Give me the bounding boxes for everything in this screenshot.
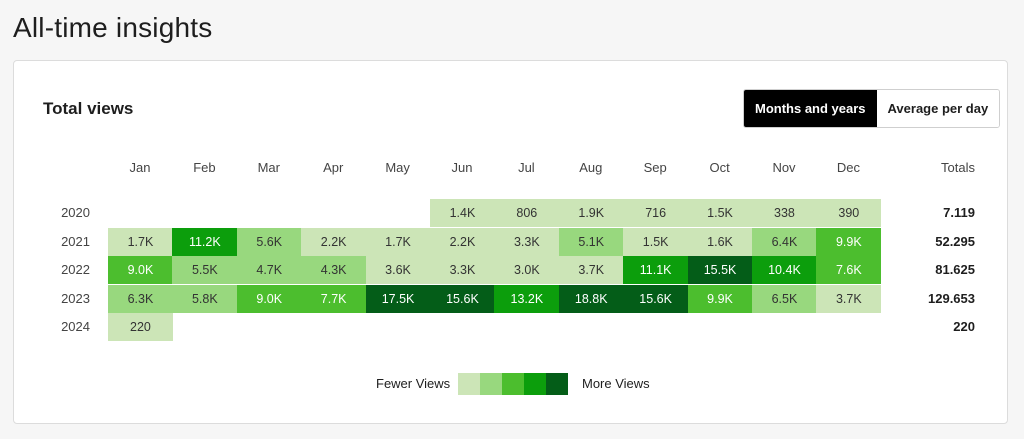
- legend-more-label: More Views: [582, 376, 650, 391]
- row-total: 81.625: [935, 262, 975, 277]
- legend-swatch: [480, 373, 502, 395]
- row-total: 52.295: [935, 233, 975, 249]
- heatmap-cell[interactable]: 806: [494, 199, 560, 227]
- heatmap-cell[interactable]: 1.6K: [687, 227, 753, 256]
- year-label: 2022: [61, 262, 90, 277]
- heatmap-cell[interactable]: 15.5K: [687, 256, 753, 284]
- year-label: 2023: [61, 290, 90, 306]
- month-header-oct: Oct: [709, 160, 730, 175]
- heatmap-cell[interactable]: 2.2K: [430, 227, 495, 256]
- legend-fewer-label: Fewer Views: [376, 376, 451, 391]
- heatmap-cell[interactable]: 1.5K: [687, 199, 753, 227]
- heatmap-cell[interactable]: 4.3K: [301, 256, 367, 284]
- month-header-sep: Sep: [643, 160, 667, 175]
- heatmap-cell[interactable]: 6.3K: [108, 284, 173, 313]
- heatmap-cell[interactable]: 6.5K: [752, 284, 817, 313]
- heatmap-cell[interactable]: 9.0K: [108, 256, 173, 284]
- heatmap-cell[interactable]: 716: [623, 199, 689, 227]
- heatmap-cell[interactable]: 3.3K: [430, 256, 495, 284]
- row-total: 129.653: [928, 290, 975, 306]
- legend-swatch: [458, 373, 480, 395]
- row-total: 7.119: [943, 205, 975, 220]
- heatmap-cell[interactable]: 1.7K: [365, 227, 431, 256]
- heatmap-cell[interactable]: 3.6K: [365, 256, 431, 284]
- heatmap-cell[interactable]: 9.9K: [816, 227, 882, 256]
- heatmap-cell[interactable]: 3.0K: [494, 256, 560, 284]
- heatmap-cell[interactable]: 15.6K: [623, 284, 689, 313]
- month-header-feb: Feb: [193, 160, 216, 175]
- month-header-jul: Jul: [518, 160, 535, 175]
- heatmap-cell[interactable]: 338: [752, 199, 817, 227]
- year-label: 2024: [61, 319, 90, 334]
- year-label: 2020: [61, 205, 90, 220]
- legend-swatch: [524, 373, 546, 395]
- month-header-jun: Jun: [451, 160, 473, 175]
- row-total: 220: [953, 319, 975, 334]
- heatmap-cell[interactable]: 11.2K: [172, 227, 238, 256]
- heatmap-cell[interactable]: 1.4K: [430, 199, 495, 227]
- heatmap-cell[interactable]: 5.8K: [172, 284, 238, 313]
- heatmap-cell[interactable]: 9.0K: [236, 284, 302, 313]
- heatmap-cell[interactable]: 2.2K: [301, 227, 367, 256]
- heatmap-cell[interactable]: 10.4K: [752, 256, 817, 284]
- heatmap-cell[interactable]: 1.7K: [108, 227, 173, 256]
- view-toggle: Months and years Average per day: [743, 89, 1001, 128]
- heatmap-cell[interactable]: 11.1K: [623, 256, 689, 284]
- heatmap-cell[interactable]: 5.6K: [236, 227, 302, 256]
- totals-header: Totals: [941, 160, 975, 175]
- legend-swatch: [546, 373, 568, 395]
- heatmap-cell[interactable]: 18.8K: [558, 284, 624, 313]
- month-header-apr: Apr: [323, 160, 344, 175]
- page-title: All-time insights: [13, 12, 213, 43]
- heatmap-cell[interactable]: 3.3K: [494, 227, 560, 256]
- average-per-day-button[interactable]: Average per day: [876, 90, 1000, 127]
- heatmap-cell[interactable]: 5.5K: [172, 256, 238, 284]
- month-header-jan: Jan: [129, 160, 151, 175]
- month-header-mar: Mar: [257, 160, 280, 175]
- heatmap-cell[interactable]: 390: [816, 199, 882, 227]
- card-title: Total views: [43, 99, 134, 118]
- heatmap-cell[interactable]: 9.9K: [687, 284, 753, 313]
- legend-swatch: [502, 373, 524, 395]
- heatmap-cell[interactable]: 13.2K: [494, 284, 560, 313]
- heatmap-cell[interactable]: 7.6K: [816, 256, 882, 284]
- year-label: 2021: [61, 233, 90, 249]
- heatmap-cell[interactable]: 220: [108, 313, 173, 341]
- month-header-aug: Aug: [579, 160, 603, 175]
- heatmap-cell[interactable]: 1.5K: [623, 227, 689, 256]
- heatmap-cell[interactable]: 4.7K: [236, 256, 302, 284]
- month-header-dec: Dec: [836, 160, 860, 175]
- months-and-years-button[interactable]: Months and years: [744, 90, 877, 127]
- month-header-nov: Nov: [772, 160, 796, 175]
- heatmap-cell[interactable]: 6.4K: [752, 227, 817, 256]
- heatmap-cell[interactable]: 3.7K: [558, 256, 624, 284]
- month-header-may: May: [385, 160, 410, 175]
- heatmap-cell[interactable]: 3.7K: [816, 284, 882, 313]
- heatmap-cell[interactable]: 7.7K: [301, 284, 367, 313]
- heatmap-cell[interactable]: 17.5K: [365, 284, 431, 313]
- heatmap-cell[interactable]: 5.1K: [558, 227, 624, 256]
- heatmap-cell[interactable]: 15.6K: [430, 284, 495, 313]
- heatmap-cell[interactable]: 1.9K: [558, 199, 624, 227]
